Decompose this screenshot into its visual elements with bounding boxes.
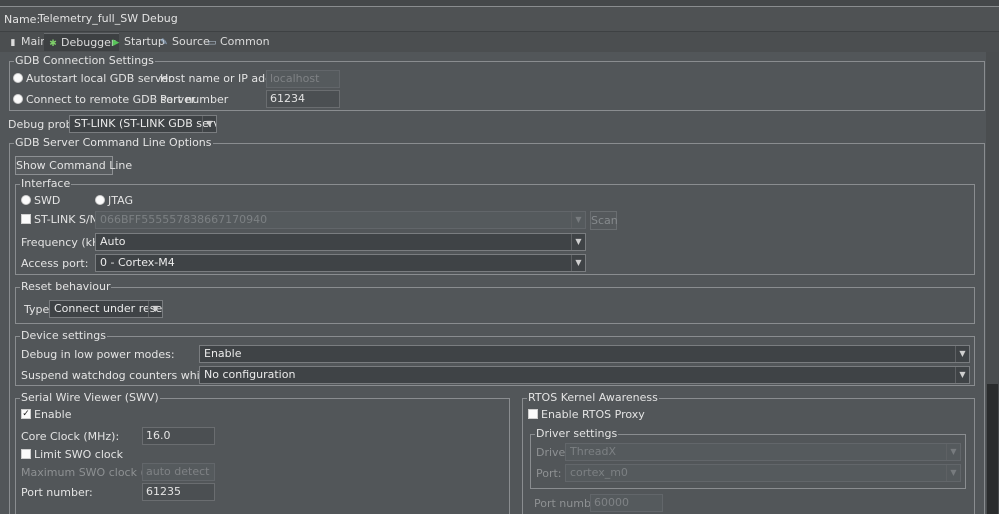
frequency-select[interactable]: Auto ▼ [95, 233, 586, 251]
remote-radio[interactable] [13, 94, 23, 104]
show-command-line-button[interactable]: Show Command Line [15, 156, 132, 175]
access-port-value: 0 - Cortex-M4 [100, 256, 175, 269]
debug-probe-select[interactable]: ST-LINK (ST-LINK GDB server) ▼ [69, 115, 217, 133]
scan-button[interactable]: Scan [590, 211, 618, 230]
window-top-edge [0, 0, 999, 7]
access-port-select[interactable]: 0 - Cortex-M4 ▼ [95, 254, 586, 272]
low-power-select[interactable]: Enable ▼ [199, 345, 970, 363]
frequency-value: Auto [100, 235, 126, 248]
jtag-label: JTAG [108, 194, 133, 207]
autostart-radio[interactable] [13, 73, 23, 83]
interface-title: Interface [20, 177, 72, 191]
swv-port-label: Port number: [21, 486, 93, 499]
chevron-down-icon: ▼ [148, 301, 162, 317]
host-field[interactable]: localhost [266, 70, 340, 88]
autostart-label: Autostart local GDB server [26, 72, 173, 85]
watchdog-value: No configuration [204, 368, 296, 381]
reset-title: Reset behaviour [20, 280, 112, 294]
access-port-label: Access port: [21, 257, 89, 270]
chevron-down-icon: ▼ [955, 367, 969, 383]
device-settings-title: Device settings [20, 329, 107, 343]
swv-enable-checkbox[interactable]: ✓ [21, 409, 31, 419]
tab-common[interactable]: ▭ Common [203, 33, 274, 51]
driver-settings-title: Driver settings [535, 427, 619, 441]
chevron-down-icon: ▼ [571, 212, 585, 228]
limit-swo-checkbox[interactable] [21, 449, 31, 459]
reset-type-select[interactable]: Connect under reset ▼ [49, 300, 163, 318]
chevron-down-icon: ▼ [946, 444, 960, 460]
rtos-proxy-checkbox[interactable] [528, 409, 538, 419]
stlink-sn-select[interactable]: 066BFF555557838667170940 ▼ [95, 211, 586, 229]
stlink-sn-value: 066BFF555557838667170940 [100, 213, 268, 226]
stlink-sn-checkbox[interactable] [21, 214, 31, 224]
driver-value: ThreadX [570, 445, 616, 458]
chevron-down-icon: ▼ [571, 255, 585, 271]
page-icon: ▮ [10, 38, 16, 48]
rtos-port-select[interactable]: cortex_m0 ▼ [565, 464, 961, 482]
reset-type-value: Connect under reset [54, 302, 163, 315]
name-label: Name: [4, 13, 41, 26]
swd-radio[interactable] [21, 195, 31, 205]
swv-title: Serial Wire Viewer (SWV) [20, 391, 160, 405]
chevron-down-icon: ▼ [955, 346, 969, 362]
rtos-proxy-label: Enable RTOS Proxy [541, 408, 645, 421]
gdb-connection-title: GDB Connection Settings [14, 54, 155, 68]
low-power-value: Enable [204, 347, 242, 360]
scrollbar-thumb[interactable] [987, 384, 998, 514]
debug-probe-value: ST-LINK (ST-LINK GDB server) [74, 117, 216, 130]
low-power-label: Debug in low power modes: [21, 348, 175, 361]
watchdog-select[interactable]: No configuration ▼ [199, 366, 970, 384]
play-icon: ▶ [112, 38, 120, 48]
port-field[interactable]: 61234 [266, 90, 340, 108]
tab-bar: ▮ Main ✱ Debugger ▶ Startup ✎ Source ▭ Common [0, 32, 999, 52]
source-icon: ✎ [160, 38, 168, 48]
driver-select[interactable]: ThreadX ▼ [565, 443, 961, 461]
config-name-bar: Name: Telemetry_full_SW Debug [0, 7, 999, 32]
max-swo-field[interactable]: auto detect [142, 463, 215, 481]
core-clock-field[interactable]: 16.0 [142, 427, 215, 445]
rtos-port-value: cortex_m0 [570, 466, 628, 479]
swd-label: SWD [34, 194, 61, 207]
tab-common-label: Common [220, 35, 270, 48]
bug-icon: ✱ [49, 39, 57, 49]
port-label: Port number [160, 93, 229, 106]
common-icon: ▭ [207, 38, 217, 48]
jtag-radio[interactable] [95, 195, 105, 205]
chevron-down-icon: ▼ [202, 116, 216, 132]
rtos-port-number-field[interactable]: 60000 [590, 494, 663, 512]
chevron-down-icon: ▼ [946, 465, 960, 481]
chevron-down-icon: ▼ [571, 234, 585, 250]
server-options-title: GDB Server Command Line Options [14, 136, 213, 150]
rtos-port-label: Port: [536, 467, 562, 480]
stlink-sn-label: ST-LINK S/N [34, 213, 98, 226]
limit-swo-label: Limit SWO clock [34, 448, 124, 461]
core-clock-label: Core Clock (MHz): [21, 430, 120, 443]
swv-port-field[interactable]: 61235 [142, 483, 215, 501]
rtos-title: RTOS Kernel Awareness [527, 391, 659, 405]
swv-enable-label: Enable [34, 408, 72, 421]
config-name-field[interactable]: Telemetry_full_SW Debug [38, 12, 178, 26]
